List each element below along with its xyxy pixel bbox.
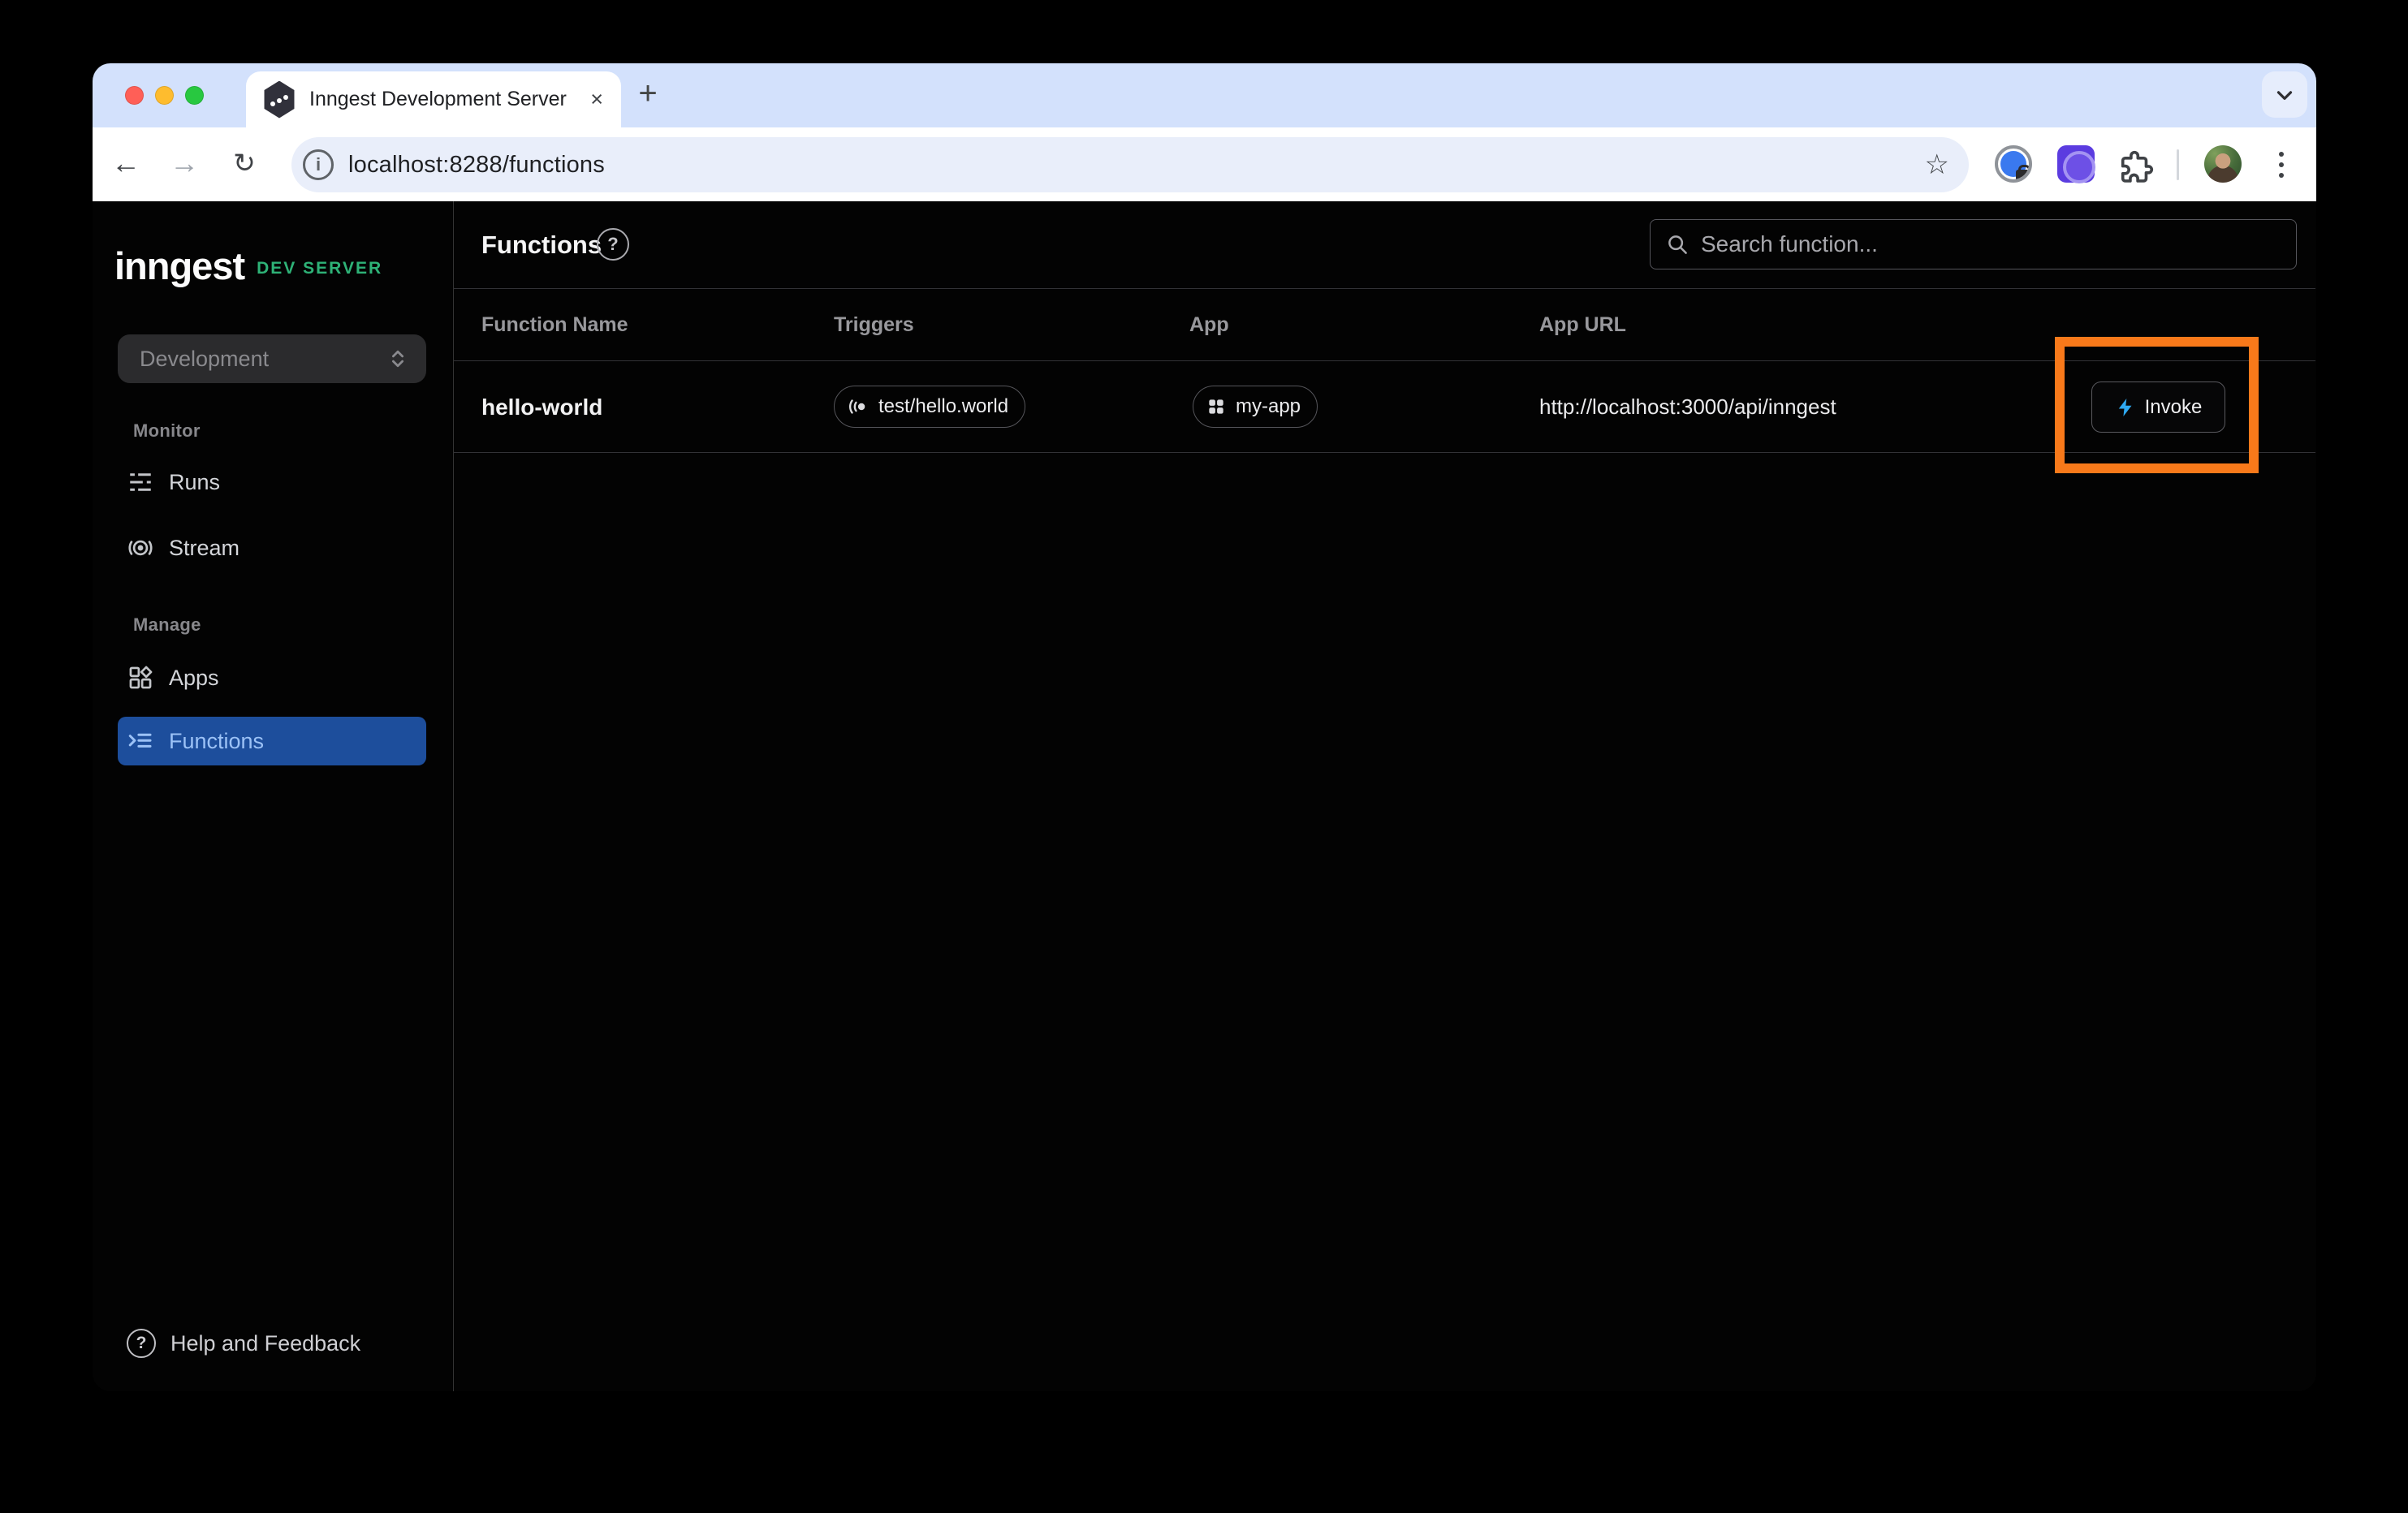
logo-wordmark: inngest: [114, 244, 244, 288]
back-button[interactable]: ←: [101, 127, 150, 201]
sidebar: inngest DEV SERVER Development Monitor R…: [93, 201, 454, 1391]
app-content: inngest DEV SERVER Development Monitor R…: [93, 201, 2316, 1391]
traffic-light-close-button[interactable]: [125, 86, 144, 105]
dev-server-badge: DEV SERVER: [257, 254, 382, 278]
site-info-icon[interactable]: i: [303, 149, 334, 180]
table-row[interactable]: hello-world test/hello.world my-app: [454, 361, 2315, 453]
browser-toolbar: ← → ↻ i localhost:8288/functions ☆: [93, 127, 2316, 201]
updown-chevron-icon: [386, 347, 410, 371]
address-bar[interactable]: i localhost:8288/functions ☆: [291, 137, 1969, 192]
page-title-help-icon[interactable]: ?: [597, 228, 629, 261]
column-header-app: App: [1189, 289, 1229, 360]
reload-button[interactable]: ↻: [220, 127, 269, 201]
browser-window: Inngest Development Server × + ← → ↻ i l…: [93, 63, 2316, 1391]
column-header-function-name: Function Name: [481, 289, 628, 360]
app-label: my-app: [1236, 395, 1301, 418]
sidebar-item-label: Stream: [169, 536, 240, 561]
page-title: Functions: [481, 231, 602, 260]
desktop: { "colors": { "tab_strip": "#d3e1fc", "t…: [0, 0, 2408, 1513]
purple-extension-icon[interactable]: [2057, 145, 2095, 183]
app-grid-icon: [1206, 396, 1227, 417]
inngest-favicon-icon: [262, 81, 296, 119]
environment-select[interactable]: Development: [118, 334, 426, 383]
environment-select-value: Development: [140, 347, 386, 372]
table-header: Function Name Triggers App App URL: [454, 288, 2315, 361]
traffic-light-minimize-button[interactable]: [155, 86, 174, 105]
sidebar-section-monitor: Monitor: [133, 420, 201, 442]
new-tab-button[interactable]: +: [630, 76, 666, 112]
sidebar-item-help-and-feedback[interactable]: ? Help and Feedback: [118, 1319, 426, 1368]
browser-menu-icon[interactable]: [2273, 147, 2289, 183]
search-input[interactable]: [1701, 231, 2286, 257]
invoke-button[interactable]: Invoke: [2091, 381, 2225, 433]
traffic-light-zoom-button[interactable]: [185, 86, 204, 105]
runs-icon: [127, 468, 154, 496]
column-header-app-url: App URL: [1539, 289, 1626, 360]
forward-button[interactable]: →: [160, 127, 209, 201]
sidebar-item-apps[interactable]: Apps: [118, 653, 426, 702]
help-circle-icon: ?: [127, 1329, 156, 1358]
sidebar-item-stream[interactable]: Stream: [118, 524, 426, 572]
trigger-label: test/hello.world: [878, 395, 1008, 418]
search-icon: [1665, 232, 1689, 256]
tab-title: Inngest Development Server: [309, 88, 590, 111]
extensions-puzzle-icon[interactable]: [2117, 147, 2155, 184]
sidebar-section-manage: Manage: [133, 614, 201, 636]
functions-icon: [127, 727, 154, 755]
onepassword-extension-icon[interactable]: [1995, 145, 2032, 183]
bookmark-star-icon[interactable]: ☆: [1925, 149, 1949, 181]
sidebar-item-functions[interactable]: Functions: [118, 717, 426, 765]
profile-avatar[interactable]: [2204, 145, 2242, 183]
inngest-logo: inngest DEV SERVER: [114, 244, 382, 288]
column-header-triggers: Triggers: [834, 289, 914, 360]
tab-close-icon[interactable]: ×: [590, 88, 603, 110]
sidebar-item-label: Functions: [169, 729, 264, 754]
function-name-cell[interactable]: hello-world: [481, 361, 602, 453]
event-trigger-icon: [847, 395, 870, 418]
apps-icon: [127, 664, 154, 692]
trigger-badge[interactable]: test/hello.world: [834, 386, 1025, 428]
sidebar-item-label: Help and Feedback: [170, 1331, 360, 1356]
stream-icon: [127, 534, 154, 562]
app-url-cell: http://localhost:3000/api/inngest: [1539, 361, 1836, 453]
url-text[interactable]: localhost:8288/functions: [348, 152, 1925, 179]
sidebar-item-label: Runs: [169, 470, 220, 495]
sidebar-item-runs[interactable]: Runs: [118, 458, 426, 506]
tab-search-chevron-button[interactable]: [2262, 71, 2307, 118]
tab-strip: Inngest Development Server × +: [93, 63, 2316, 127]
browser-tab[interactable]: Inngest Development Server ×: [246, 71, 621, 127]
main-panel: Functions ? Function Name Triggers App A…: [454, 201, 2315, 1391]
sidebar-item-label: Apps: [169, 666, 219, 691]
function-search[interactable]: [1650, 219, 2297, 269]
invoke-label: Invoke: [2145, 396, 2203, 419]
chevron-down-icon: [2272, 83, 2297, 107]
app-badge[interactable]: my-app: [1193, 386, 1318, 428]
toolbar-separator: [2177, 149, 2179, 180]
lightning-bolt-icon: [2115, 397, 2136, 418]
